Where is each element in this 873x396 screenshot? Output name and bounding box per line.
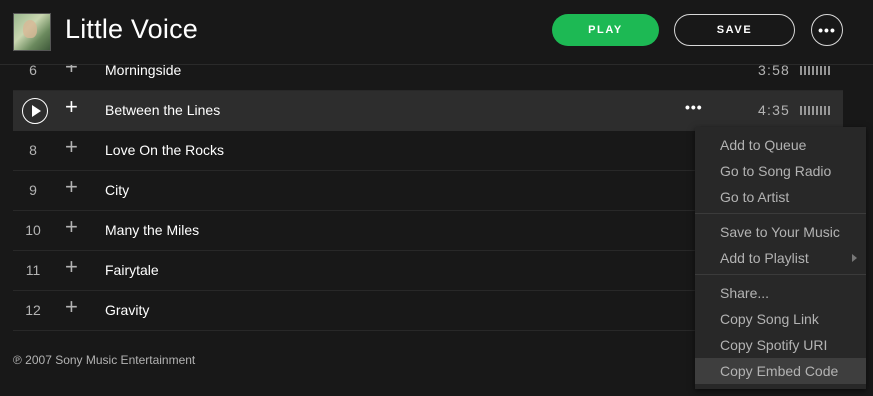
menu-divider <box>695 274 866 275</box>
menu-item-share[interactable]: Share... <box>695 280 866 306</box>
menu-item-save-to-your-music[interactable]: Save to Your Music <box>695 219 866 245</box>
more-options-icon: ••• <box>818 22 836 38</box>
add-track-icon[interactable]: + <box>65 216 78 238</box>
popularity-icon <box>800 106 832 115</box>
more-options-button[interactable]: ••• <box>811 14 843 46</box>
menu-item-label: Copy Spotify URI <box>720 337 828 353</box>
track-row[interactable]: + Between the Lines ••• 4:35 <box>13 91 843 131</box>
play-track-icon[interactable] <box>22 98 48 124</box>
menu-divider <box>695 213 866 214</box>
context-menu: Add to Queue Go to Song Radio Go to Artist… <box>695 127 866 389</box>
album-cover[interactable] <box>13 13 51 51</box>
play-button[interactable]: PLAY <box>552 14 659 46</box>
album-title: Little Voice <box>65 14 198 44</box>
track-title: Many the Miles <box>105 222 200 238</box>
menu-item-go-to-song-radio[interactable]: Go to Song Radio <box>695 158 866 184</box>
menu-item-copy-embed-code[interactable]: Copy Embed Code <box>695 358 866 384</box>
copyright-text: ℗ 2007 Sony Music Entertainment <box>13 353 196 367</box>
menu-item-label: Copy Embed Code <box>720 363 839 379</box>
menu-item-label: Add to Queue <box>720 137 807 153</box>
add-track-icon[interactable]: + <box>65 296 78 318</box>
track-number: 8 <box>29 142 37 158</box>
track-title: Between the Lines <box>105 102 221 118</box>
add-track-icon[interactable]: + <box>65 176 78 198</box>
menu-item-go-to-artist[interactable]: Go to Artist <box>695 184 866 210</box>
add-track-icon[interactable]: + <box>65 136 78 158</box>
menu-item-label: Copy Song Link <box>720 311 819 327</box>
save-button[interactable]: SAVE <box>674 14 795 46</box>
menu-item-label: Share... <box>720 285 770 301</box>
track-title: Fairytale <box>105 262 159 278</box>
track-number: 9 <box>29 182 37 198</box>
menu-item-add-to-playlist[interactable]: Add to Playlist <box>695 245 866 271</box>
track-number: 12 <box>25 302 41 318</box>
menu-item-label: Add to Playlist <box>720 250 809 266</box>
menu-item-label: Go to Artist <box>720 189 790 205</box>
menu-item-label: Go to Song Radio <box>720 163 832 179</box>
menu-item-label: Save to Your Music <box>720 224 840 240</box>
submenu-arrow-icon <box>852 254 857 262</box>
add-track-icon[interactable]: + <box>65 96 78 118</box>
track-title: City <box>105 182 130 198</box>
popularity-icon <box>800 66 832 75</box>
track-number: 11 <box>25 262 41 278</box>
add-track-icon[interactable]: + <box>65 256 78 278</box>
track-number: 10 <box>25 222 41 238</box>
track-duration: 4:35 <box>758 102 791 118</box>
menu-item-add-to-queue[interactable]: Add to Queue <box>695 132 866 158</box>
album-header: Little Voice PLAY SAVE ••• <box>0 0 873 65</box>
track-title: Love On the Rocks <box>105 142 225 158</box>
menu-item-copy-song-link[interactable]: Copy Song Link <box>695 306 866 332</box>
menu-item-copy-spotify-uri[interactable]: Copy Spotify URI <box>695 332 866 358</box>
track-title: Gravity <box>105 302 150 318</box>
track-more-icon[interactable]: ••• <box>685 99 703 115</box>
